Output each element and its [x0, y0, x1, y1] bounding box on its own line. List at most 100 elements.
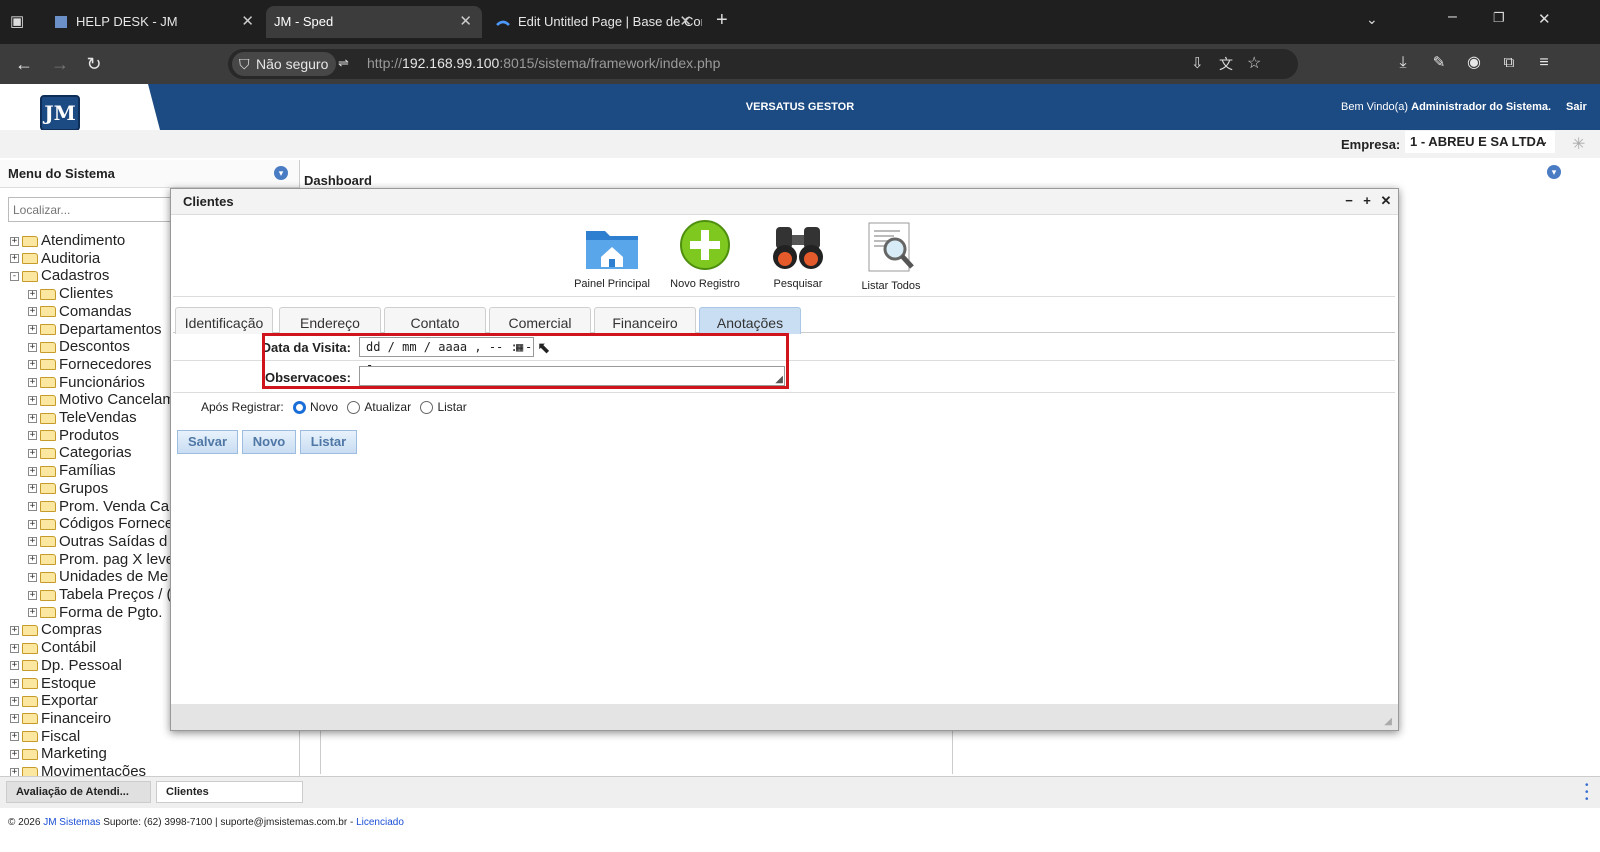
salvar-button[interactable]: Salvar: [177, 430, 238, 454]
sidebar-item[interactable]: + Dp. Pessoal: [10, 657, 122, 675]
dashboard-collapse-icon[interactable]: ▾: [1547, 165, 1561, 179]
tab-identificacao[interactable]: Identificação: [175, 307, 273, 334]
install-app-icon[interactable]: ⇩: [1191, 54, 1204, 72]
expand-toggle-icon[interactable]: +: [28, 448, 37, 458]
expand-toggle-icon[interactable]: +: [28, 378, 37, 388]
sidebar-item[interactable]: + Compras: [10, 621, 102, 639]
sidebar-item[interactable]: + Departamentos: [28, 321, 162, 339]
expand-toggle-icon[interactable]: +: [28, 537, 37, 547]
novo-button[interactable]: Novo: [242, 430, 296, 454]
sidebar-item[interactable]: + TeleVendas: [28, 409, 137, 427]
expand-toggle-icon[interactable]: +: [28, 484, 37, 494]
url-text[interactable]: http://192.168.99.100:8015/sistema/frame…: [367, 55, 720, 71]
security-chip[interactable]: ⛉ Não seguro: [232, 52, 337, 76]
listar-todos-button[interactable]: Listar Todos: [853, 221, 929, 292]
expand-toggle-icon[interactable]: +: [28, 590, 37, 600]
license-link[interactable]: Licenciado: [356, 817, 404, 828]
sidebar-item[interactable]: + Códigos Fornece: [28, 515, 173, 533]
sidebar-item[interactable]: + Auditoria: [10, 250, 100, 268]
sidebar-item[interactable]: + Prom. pag X leve: [28, 551, 174, 569]
expand-toggle-icon[interactable]: +: [28, 608, 37, 618]
sidebar-item[interactable]: + Outras Saídas d: [28, 533, 167, 551]
sidebar-item[interactable]: + Prom. Venda Ca: [28, 498, 169, 516]
close-tab-icon[interactable]: ✕: [241, 6, 254, 38]
sidebar-item[interactable]: - Cadastros: [10, 267, 109, 285]
browser-tab-edit-page[interactable]: Edit Untitled Page | Base de Cor ✕: [484, 6, 702, 38]
minimize-icon[interactable]: –: [1448, 8, 1457, 26]
sidebar-collapse-icon[interactable]: ▾: [274, 166, 288, 180]
expand-toggle-icon[interactable]: +: [28, 360, 37, 370]
expand-toggle-icon[interactable]: +: [28, 342, 37, 352]
radio-novo[interactable]: [293, 401, 307, 415]
sidebar-item[interactable]: + Contábil: [10, 639, 96, 657]
sidebar-item[interactable]: + Descontos: [28, 338, 130, 356]
taskbar-tab-clientes[interactable]: Clientes: [156, 781, 303, 803]
tab-financeiro[interactable]: Financeiro: [594, 307, 696, 334]
restore-icon[interactable]: ❐: [1493, 10, 1505, 26]
tab-endereco[interactable]: Endereço: [279, 307, 381, 334]
reload-icon[interactable]: ↻: [82, 52, 106, 76]
site-settings-icon[interactable]: ⇌: [338, 55, 349, 71]
tab-comercial[interactable]: Comercial: [489, 307, 591, 334]
close-icon[interactable]: ✕: [1379, 194, 1393, 208]
translate-icon[interactable]: 文: [1219, 54, 1233, 74]
sidebar-item[interactable]: + Comandas: [28, 303, 132, 321]
logout-link[interactable]: Sair: [1566, 101, 1587, 113]
sidebar-item[interactable]: + Motivo Cancelam: [28, 391, 175, 409]
expand-toggle-icon[interactable]: +: [10, 749, 19, 759]
maximize-icon[interactable]: +: [1360, 194, 1374, 208]
expand-toggle-icon[interactable]: +: [10, 714, 19, 724]
menu-icon[interactable]: ≡: [1532, 51, 1556, 75]
tab-contato[interactable]: Contato: [384, 307, 486, 334]
downloads-icon[interactable]: ⤓: [1391, 51, 1415, 75]
tab-search-icon[interactable]: ▣: [10, 12, 24, 30]
sidebar-item[interactable]: + Estoque: [10, 675, 96, 693]
dialog-resize-icon[interactable]: ◢: [1384, 716, 1392, 727]
expand-toggle-icon[interactable]: +: [28, 502, 37, 512]
expand-toggle-icon[interactable]: +: [28, 572, 37, 582]
sidebar-item[interactable]: + Famílias: [28, 462, 116, 480]
expand-toggle-icon[interactable]: +: [28, 466, 37, 476]
sidebar-item[interactable]: + Forma de Pgto.: [28, 604, 162, 622]
minimize-icon[interactable]: −: [1342, 194, 1356, 208]
sidebar-item[interactable]: + Categorias: [28, 444, 132, 462]
pesquisar-button[interactable]: Pesquisar: [759, 223, 837, 290]
profile-icon[interactable]: ◉: [1462, 51, 1486, 75]
expand-toggle-icon[interactable]: +: [28, 307, 37, 317]
url-bar[interactable]: ⛉ Não seguro ⇌ http://192.168.99.100:801…: [228, 49, 1298, 79]
expand-toggle-icon[interactable]: +: [28, 289, 37, 299]
jm-logo[interactable]: JM: [40, 95, 80, 131]
back-icon[interactable]: ←: [12, 52, 36, 76]
tab-list-icon[interactable]: ⌄: [1366, 11, 1378, 28]
sidebar-item[interactable]: + Fiscal: [10, 728, 80, 746]
browser-tab-jm-sped[interactable]: JM - Sped ✕: [266, 6, 482, 38]
expand-toggle-icon[interactable]: +: [28, 519, 37, 529]
empresa-select[interactable]: 1 - ABREU E SA LTDA ⌄: [1405, 131, 1555, 153]
sidebar-item[interactable]: + Tabela Preços / (: [28, 586, 172, 604]
browser-tab-helpdesk[interactable]: HELP DESK - JM ✕: [42, 6, 264, 38]
sidebar-item[interactable]: + Marketing: [10, 745, 107, 763]
radio-atualizar[interactable]: [347, 401, 361, 415]
bookmark-star-icon[interactable]: ☆: [1247, 53, 1261, 73]
taskbar-tab-avaliacao[interactable]: Avaliação de Atendi...: [6, 781, 151, 803]
close-window-icon[interactable]: ✕: [1538, 10, 1551, 28]
sidebar-item[interactable]: + Atendimento: [10, 232, 125, 250]
close-tab-icon[interactable]: ✕: [679, 6, 692, 38]
sidebar-item[interactable]: + Funcionários: [28, 374, 145, 392]
expand-toggle-icon[interactable]: -: [10, 271, 19, 281]
more-options-icon[interactable]: • • •: [1585, 781, 1591, 805]
forward-icon[interactable]: →: [48, 52, 72, 76]
radio-listar[interactable]: [420, 401, 434, 415]
company-link[interactable]: JM Sistemas: [43, 817, 100, 828]
new-tab-icon[interactable]: +: [716, 9, 728, 32]
expand-toggle-icon[interactable]: +: [10, 236, 19, 246]
sidebar-search-input[interactable]: [8, 197, 173, 222]
expand-toggle-icon[interactable]: +: [10, 732, 19, 742]
dialog-header[interactable]: Clientes − + ✕: [171, 189, 1398, 215]
wrench-icon[interactable]: ✎: [1427, 51, 1451, 75]
close-tab-icon[interactable]: ✕: [459, 6, 472, 38]
expand-toggle-icon[interactable]: +: [10, 679, 19, 689]
sidebar-item[interactable]: + Unidades de Me: [28, 568, 168, 586]
expand-toggle-icon[interactable]: +: [28, 395, 37, 405]
novo-registro-button[interactable]: Novo Registro: [665, 219, 745, 290]
